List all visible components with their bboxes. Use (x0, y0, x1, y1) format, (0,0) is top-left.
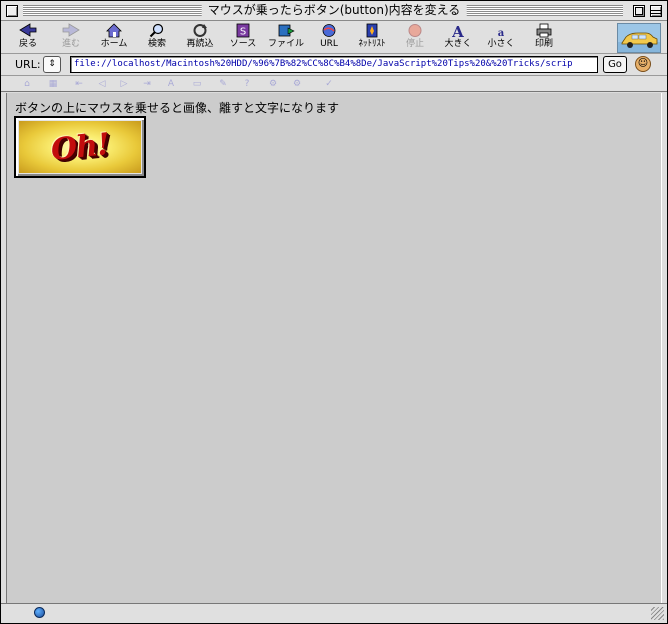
url-history-popup[interactable]: ⇕ (43, 56, 61, 73)
back-arrow-icon (19, 23, 37, 39)
home-button[interactable]: ホーム (92, 23, 136, 53)
font-larger-icon: A (449, 23, 467, 41)
pt-home-icon[interactable]: ⌂ (21, 78, 33, 90)
back-button[interactable]: 戻る (6, 23, 50, 53)
url-button[interactable]: URL (307, 23, 351, 53)
window-title: マウスが乗ったらボタン(button)内容を変える (201, 3, 467, 18)
pt-font-icon[interactable]: A (165, 78, 177, 90)
personal-toolbar: ⌂ ▦ ⇤ ◁ ▷ ⇥ A ▭ ✎ ? ⚙ ⚙ ✓ (1, 76, 667, 92)
forward-arrow-icon (62, 23, 80, 39)
go-button[interactable]: Go (603, 56, 627, 73)
pt-grid-icon[interactable]: ▦ (47, 78, 59, 90)
stop-button[interactable]: 停止 (393, 23, 437, 53)
home-icon (105, 23, 123, 39)
pt-next-icon[interactable]: ▷ (118, 78, 130, 90)
pt-settings-icon[interactable]: ⚙ (267, 78, 279, 90)
svg-text:a: a (498, 28, 505, 38)
pt-help-icon[interactable]: ? (241, 78, 253, 90)
reload-icon (191, 23, 209, 39)
font-smaller-icon: a (492, 23, 510, 39)
oh-image: Oh! (19, 121, 141, 173)
pt-prev-icon[interactable]: ◁ (96, 78, 108, 90)
source-button[interactable]: S ソース (221, 23, 265, 53)
stop-icon (406, 23, 424, 39)
up-down-arrows-icon: ⇕ (48, 59, 56, 69)
oh-image-button[interactable]: Oh! (14, 116, 146, 178)
pt-check-icon[interactable]: ✓ (323, 78, 335, 90)
page-content: ボタンの上にマウスを乗せると画像、離すと文字になります Oh! (6, 93, 662, 603)
url-input[interactable]: file://localhost/Macintosh%20HDD/%96%7B%… (70, 56, 598, 73)
resize-grip-icon[interactable] (651, 607, 664, 620)
browser-window: マウスが乗ったらボタン(button)内容を変える 戻る 進む ホーム 検索 再… (0, 0, 668, 624)
netlist-icon (363, 23, 381, 39)
pt-print-icon[interactable]: ▭ (191, 78, 203, 90)
zoom-box[interactable] (633, 5, 645, 17)
smiley-status-icon[interactable]: ☺ (635, 56, 651, 72)
source-icon: S (234, 23, 252, 39)
globe-icon (34, 607, 45, 618)
url-label: URL: (15, 58, 41, 71)
forward-button[interactable]: 進む (49, 23, 93, 53)
search-button[interactable]: 検索 (135, 23, 179, 53)
file-button[interactable]: ファイル (264, 23, 308, 53)
instruction-text: ボタンの上にマウスを乗せると画像、離すと文字になります (15, 101, 340, 115)
pt-edit-icon[interactable]: ✎ (217, 78, 229, 90)
collapse-box[interactable] (650, 5, 662, 17)
search-icon (148, 23, 166, 39)
close-box[interactable] (6, 5, 18, 17)
font-smaller-button[interactable]: a 小さく (479, 23, 523, 53)
title-bar[interactable]: マウスが乗ったらボタン(button)内容を変える (1, 1, 667, 21)
throbber-car-icon[interactable] (617, 23, 661, 53)
file-icon (277, 23, 295, 39)
print-button[interactable]: 印刷 (522, 23, 566, 53)
oh-image-text: Oh! (49, 126, 111, 168)
status-bar (1, 603, 667, 623)
svg-text:S: S (240, 27, 246, 38)
print-icon (535, 23, 553, 39)
navigation-toolbar: 戻る 進む ホーム 検索 再読込 S ソース ファイル URL ﾈｯﾄﾘｽﾄ 停… (1, 21, 667, 54)
pt-options-icon[interactable]: ⚙ (291, 78, 303, 90)
font-larger-button[interactable]: A 大きく (436, 23, 480, 53)
netlist-button[interactable]: ﾈｯﾄﾘｽﾄ (350, 23, 394, 53)
location-bar: URL: ⇕ file://localhost/Macintosh%20HDD/… (1, 54, 667, 76)
pt-end-icon[interactable]: ⇥ (141, 78, 153, 90)
svg-text:A: A (451, 23, 464, 38)
pt-back-icon[interactable]: ⇤ (73, 78, 85, 90)
url-icon (320, 23, 338, 39)
reload-button[interactable]: 再読込 (178, 23, 222, 53)
